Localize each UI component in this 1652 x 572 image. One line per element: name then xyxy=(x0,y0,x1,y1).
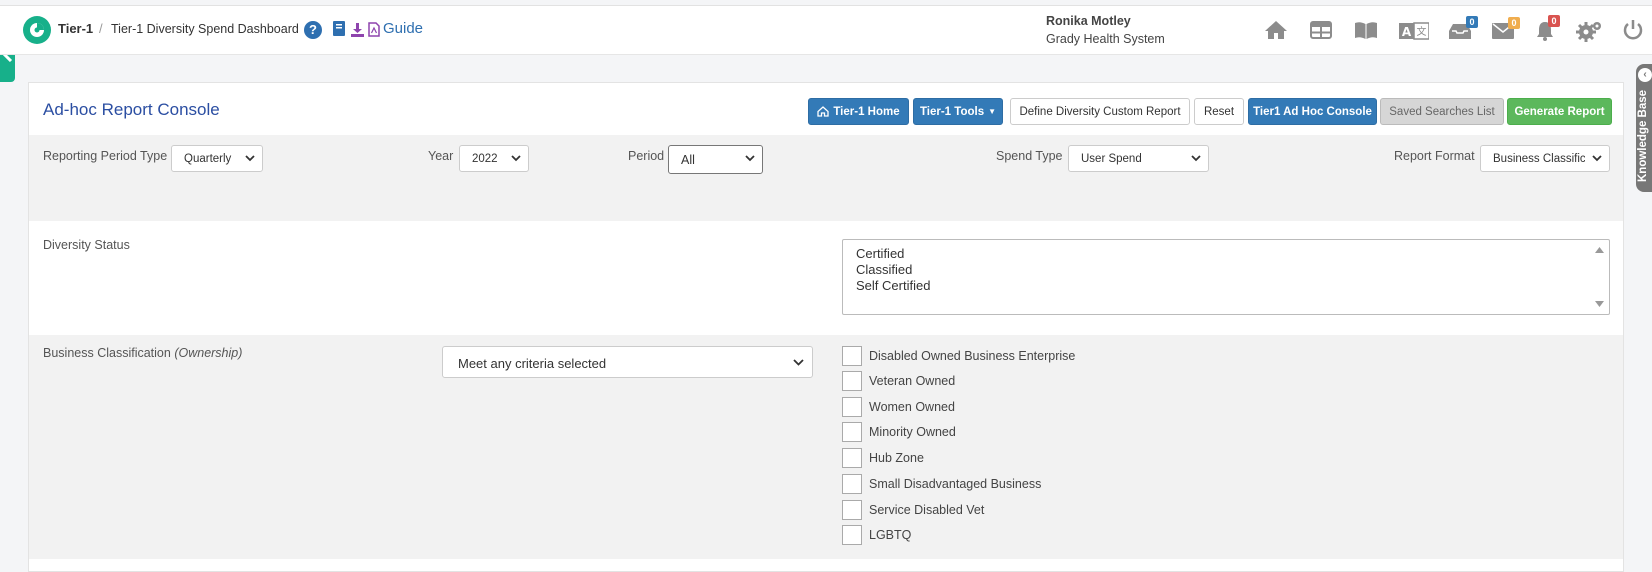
chevron-down-icon xyxy=(793,359,804,366)
inbox-badge: 0 xyxy=(1466,16,1478,28)
checkbox-label: Minority Owned xyxy=(869,425,956,439)
checkbox[interactable] xyxy=(842,371,862,391)
checkbox[interactable] xyxy=(842,448,862,468)
home-icon[interactable] xyxy=(1264,20,1288,40)
report-format-label: Report Format xyxy=(1394,149,1475,163)
spend-type-label: Spend Type xyxy=(996,149,1063,163)
checkbox-label: LGBTQ xyxy=(869,528,912,542)
criteria-match-select[interactable]: Meet any criteria selected xyxy=(442,346,813,378)
year-value: 2022 xyxy=(472,153,498,165)
period-select[interactable]: All xyxy=(668,145,763,174)
period-label: Period xyxy=(628,149,665,163)
tier1-home-label: Tier-1 Home xyxy=(833,105,900,118)
gears-icon[interactable] xyxy=(1576,20,1602,42)
table-icon[interactable] xyxy=(1310,21,1332,39)
breadcrumb-root[interactable]: Tier-1 xyxy=(58,21,93,36)
page-title: Ad-hoc Report Console xyxy=(43,100,220,119)
list-item[interactable]: Classified xyxy=(856,262,1596,278)
reset-button[interactable]: Reset xyxy=(1194,98,1244,125)
saved-searches-button[interactable]: Saved Searches List xyxy=(1380,98,1504,125)
messages-badge: 0 xyxy=(1508,17,1520,29)
checkbox[interactable] xyxy=(842,422,862,442)
caret-down-icon: ▼ xyxy=(988,107,997,116)
book-icon[interactable] xyxy=(332,20,346,37)
user-name[interactable]: Ronika Motley xyxy=(1046,14,1131,28)
chevron-left-icon: ‹ xyxy=(1638,68,1652,82)
translate-icon[interactable]: A 文 xyxy=(1399,22,1429,40)
checkbox[interactable] xyxy=(842,397,862,417)
report-format-select[interactable]: Business Classification xyxy=(1480,145,1610,172)
business-classification-label: Business Classification (Ownership) xyxy=(43,346,242,360)
knowledge-base-tab[interactable]: ‹ Knowledge Base xyxy=(1636,64,1652,192)
chevron-down-icon xyxy=(1191,155,1201,162)
list-item[interactable]: Self Certified xyxy=(856,278,1596,294)
app-logo[interactable] xyxy=(23,16,51,44)
user-organization: Grady Health System xyxy=(1046,32,1165,46)
messages-button[interactable]: 0 xyxy=(1492,17,1520,39)
ad-hoc-console-button[interactable]: Tier1 Ad Hoc Console xyxy=(1248,98,1377,125)
home-icon xyxy=(817,106,830,117)
download-icon[interactable] xyxy=(350,22,365,37)
svg-text:文: 文 xyxy=(1417,25,1427,38)
tier1-home-button[interactable]: Tier-1 Home xyxy=(808,98,909,125)
checkbox[interactable] xyxy=(842,346,862,366)
chevron-down-icon xyxy=(745,155,755,162)
checkbox[interactable] xyxy=(842,474,862,494)
business-classification-label-suffix: (Ownership) xyxy=(174,346,243,360)
year-label: Year xyxy=(428,149,454,163)
book-open-icon[interactable] xyxy=(1354,21,1378,40)
define-custom-report-button[interactable]: Define Diversity Custom Report xyxy=(1010,98,1190,125)
checkbox-label: Small Disadvantaged Business xyxy=(869,477,1042,491)
diversity-status-label: Diversity Status xyxy=(43,238,130,252)
alerts-badge: 0 xyxy=(1548,15,1560,27)
generate-report-button[interactable]: Generate Report xyxy=(1507,98,1612,125)
ad-hoc-report-panel: Ad-hoc Report Console Tier-1 Home Tier-1… xyxy=(28,82,1624,572)
guide-link[interactable]: Guide xyxy=(383,20,423,37)
period-type-label: Reporting Period Type xyxy=(43,149,168,163)
svg-text:A: A xyxy=(1402,25,1412,39)
power-icon[interactable] xyxy=(1622,19,1644,41)
year-select[interactable]: 2022 xyxy=(459,145,529,172)
spend-type-select[interactable]: User Spend xyxy=(1068,145,1209,172)
checkbox-label: Women Owned xyxy=(869,400,955,414)
scroll-up-icon[interactable] xyxy=(1595,247,1604,253)
help-icon[interactable]: ? xyxy=(304,21,322,39)
checkbox-label: Disabled Owned Business Enterprise xyxy=(869,349,1076,363)
checkbox-label: Veteran Owned xyxy=(869,374,956,388)
chevron-down-icon xyxy=(245,155,255,162)
scroll-down-icon[interactable] xyxy=(1595,301,1604,307)
pie-chart-icon xyxy=(30,23,44,37)
pdf-file-icon[interactable] xyxy=(368,22,380,37)
checkbox[interactable] xyxy=(842,500,862,520)
checkbox[interactable] xyxy=(842,525,862,545)
business-classification-row: Business Classification (Ownership) Meet… xyxy=(29,335,1623,559)
checkbox-label: Hub Zone xyxy=(869,451,924,465)
breadcrumb-current-page: Tier-1 Diversity Spend Dashboard xyxy=(111,22,299,36)
top-header: Tier-1 / Tier-1 Diversity Spend Dashboar… xyxy=(0,5,1652,55)
filter-row: Reporting Period Type Quarterly Year 202… xyxy=(29,135,1623,221)
spend-type-value: User Spend xyxy=(1081,153,1142,165)
list-item[interactable]: Certified xyxy=(856,246,1596,262)
diversity-status-row: Diversity Status Certified Classified Se… xyxy=(29,221,1623,335)
period-type-value: Quarterly xyxy=(184,153,232,165)
chevron-down-icon xyxy=(1592,155,1602,162)
period-type-select[interactable]: Quarterly xyxy=(171,145,263,172)
business-classification-label-text: Business Classification xyxy=(43,346,171,360)
alerts-button[interactable]: 0 xyxy=(1536,15,1560,41)
tier1-tools-button[interactable]: Tier-1 Tools ▼ xyxy=(913,98,1003,125)
inbox-button[interactable]: 0 xyxy=(1448,16,1478,40)
tier1-tools-label: Tier-1 Tools xyxy=(919,105,985,118)
period-value: All xyxy=(681,153,695,167)
knowledge-base-label: Knowledge Base xyxy=(1637,89,1649,182)
criteria-match-value: Meet any criteria selected xyxy=(458,356,607,371)
diversity-status-listbox[interactable]: Certified Classified Self Certified xyxy=(842,239,1610,315)
chevron-down-icon xyxy=(511,155,521,162)
breadcrumb-separator: / xyxy=(99,21,103,36)
report-format-value: Business Classification xyxy=(1493,153,1585,165)
checkbox-label: Service Disabled Vet xyxy=(869,503,985,517)
